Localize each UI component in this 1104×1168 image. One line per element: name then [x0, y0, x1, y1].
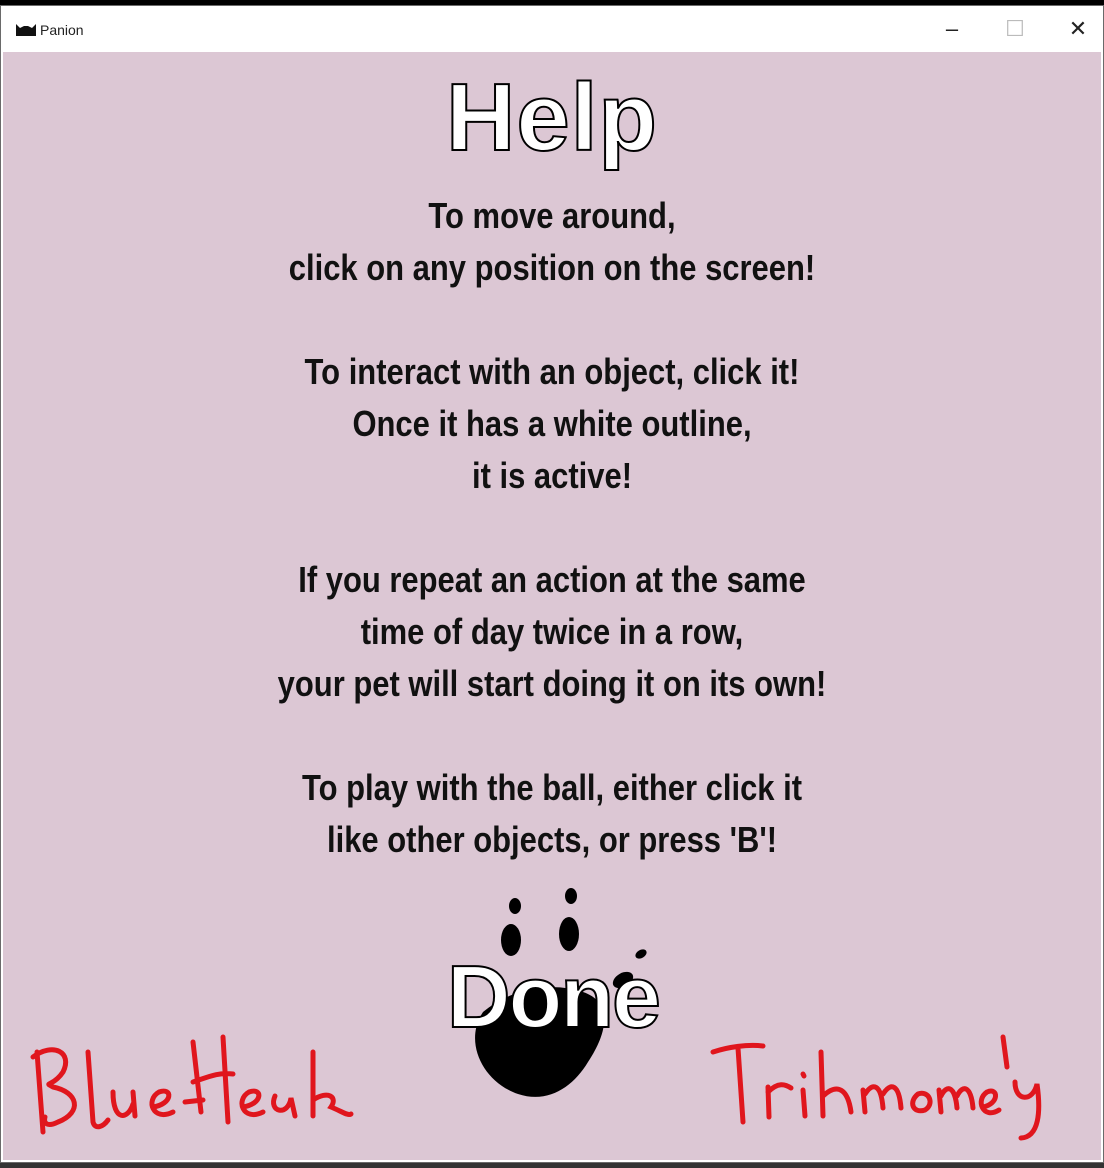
minimize-button[interactable]: –	[921, 6, 983, 52]
app-window: Panion – ☐ ✕ Help To move around, click …	[0, 5, 1104, 1163]
help-line: If you repeat an action at the same	[298, 559, 806, 600]
cat-icon	[16, 24, 36, 36]
help-line: your pet will start doing it on its own!	[277, 663, 827, 704]
help-line: To interact with an object, click it!	[304, 351, 800, 392]
help-line: To play with the ball, either click it	[301, 767, 803, 808]
close-button[interactable]: ✕	[1047, 6, 1104, 52]
help-line: To move around,	[428, 195, 676, 236]
help-line: click on any position on the screen!	[288, 247, 816, 288]
right-signature	[710, 1034, 1042, 1141]
help-title: Help	[445, 64, 659, 171]
title-bar[interactable]: Panion – ☐ ✕	[1, 6, 1103, 52]
help-instructions: To move around, click on any position on…	[80, 190, 1024, 866]
left-signature	[30, 1034, 354, 1135]
done-label[interactable]: Done	[423, 946, 683, 1048]
help-line: Once it has a white outline,	[352, 403, 752, 444]
help-screen[interactable]: Help To move around, click on any positi…	[3, 52, 1101, 1160]
window-title: Panion	[40, 22, 84, 38]
bottom-edge	[0, 1163, 1104, 1168]
done-button[interactable]: Done	[423, 882, 683, 1112]
help-line: like other objects, or press 'B'!	[326, 819, 777, 860]
maximize-button[interactable]: ☐	[984, 6, 1046, 52]
help-line: time of day twice in a row,	[360, 611, 744, 652]
help-line: it is active!	[471, 455, 633, 496]
